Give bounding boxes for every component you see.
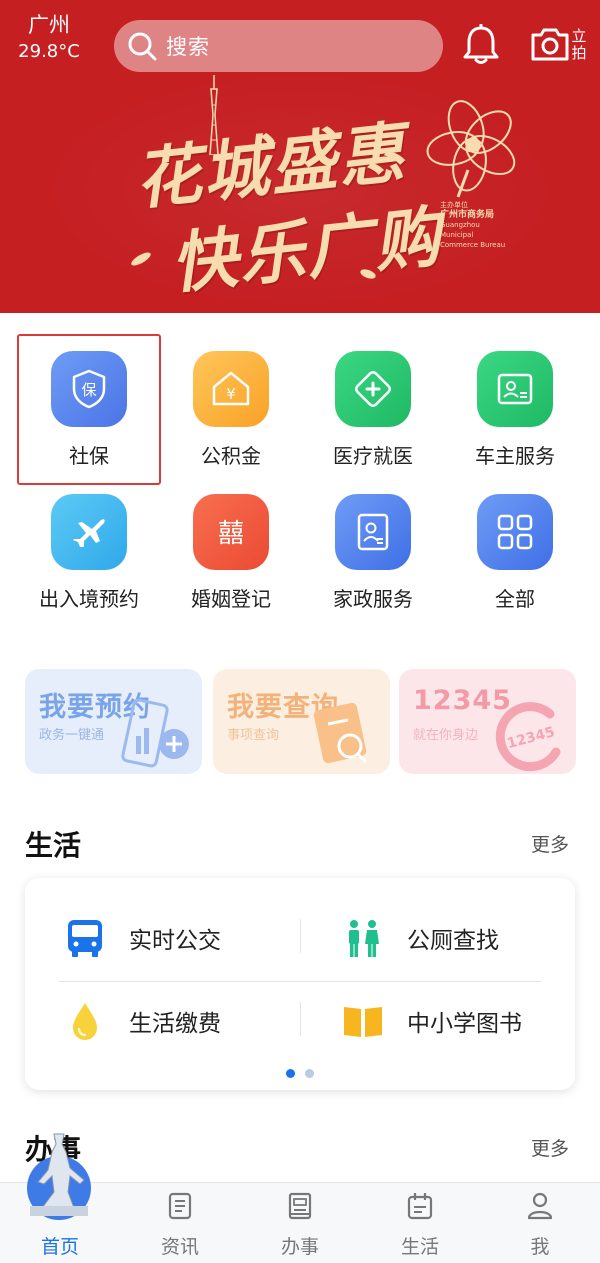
hotline-logo-icon: 12345 — [495, 702, 561, 772]
all-grid-icon — [477, 494, 553, 570]
svg-text:囍: 囍 — [218, 519, 244, 549]
service-label: 社保 — [69, 444, 109, 468]
user-icon — [527, 1192, 553, 1220]
life-item-label: 公厕查找 — [407, 928, 499, 954]
service-medical[interactable]: 医疗就医 — [302, 335, 444, 475]
life-item-bus[interactable]: 实时公交 — [63, 908, 221, 968]
snap-label-top: 立 — [571, 27, 587, 45]
search-icon — [128, 32, 157, 61]
social-insurance-shield-icon: 保 — [51, 351, 127, 427]
life-item-restroom[interactable]: 公厕查找 — [341, 908, 499, 968]
service-label: 全部 — [495, 587, 535, 611]
host-caption: 主办单位 — [440, 201, 468, 209]
svg-text:12345: 12345 — [505, 724, 556, 752]
life-item-books[interactable]: 中小学图书 — [341, 991, 522, 1051]
promo-banner[interactable]: 广州 29.8°C 搜索 立 拍 花城盛惠 快乐广购 主办单位 广州市商务局 G… — [0, 0, 600, 313]
promo-artwork: 花城盛惠 快乐广购 主办单位 广州市商务局 Guangzhou Municipa… — [129, 75, 516, 303]
service-housing-fund[interactable]: ¥ 公积金 — [160, 335, 302, 475]
tab-label: 我 — [530, 1236, 550, 1258]
phone-chart-icon — [121, 698, 189, 768]
double-happiness-icon: 囍 — [193, 494, 269, 570]
life-item-label: 实时公交 — [129, 928, 221, 954]
service-label: 婚姻登记 — [191, 587, 271, 611]
petal-decoration — [129, 250, 153, 268]
temperature: 29.8°C — [18, 41, 80, 62]
service-label: 出入境预约 — [39, 587, 139, 611]
airplane-icon — [51, 494, 127, 570]
tab-affairs[interactable]: 办事 — [240, 1183, 360, 1263]
snap-label-bottom: 拍 — [571, 44, 587, 62]
search-placeholder: 搜索 — [166, 35, 210, 59]
card-inquiry[interactable]: 我要查询 事项查询 — [213, 669, 390, 774]
search-input[interactable]: 搜索 — [114, 20, 443, 72]
tab-label: 首页 — [40, 1236, 79, 1258]
svg-text:¥: ¥ — [226, 385, 236, 403]
service-driver[interactable]: 车主服务 — [444, 335, 586, 475]
life-item-label: 生活缴费 — [129, 1011, 221, 1037]
tab-label: 办事 — [280, 1236, 319, 1258]
card-hotline[interactable]: 12345 就在你身边 12345 — [399, 669, 576, 774]
service-label: 车主服务 — [475, 444, 555, 468]
kapok-flower-icon — [426, 100, 516, 198]
life-item-utility[interactable]: 生活缴费 — [63, 991, 221, 1051]
card-subtitle: 就在你身边 — [413, 728, 479, 743]
page-indicator — [305, 1069, 314, 1078]
divider — [300, 1002, 301, 1036]
restroom-icon — [349, 920, 379, 957]
host-english: Guangzhou Municipal Commerce Bureau — [440, 221, 506, 249]
calendar-icon — [407, 1193, 433, 1220]
housing-fund-house-icon: ¥ — [193, 351, 269, 427]
location-weather[interactable]: 广州 29.8°C — [14, 10, 84, 64]
medical-cross-icon — [335, 351, 411, 427]
life-more-link[interactable]: 更多 — [531, 830, 569, 857]
life-section-title: 生活 — [25, 829, 82, 862]
service-label: 医疗就医 — [333, 444, 413, 468]
snap-label[interactable]: 立 拍 — [570, 28, 588, 62]
tab-me[interactable]: 我 — [480, 1183, 600, 1263]
city-name: 广州 — [28, 13, 70, 37]
tab-label: 生活 — [400, 1236, 439, 1258]
driver-license-icon — [477, 351, 553, 427]
card-appointment[interactable]: 我要预约 政务一键通 — [25, 669, 202, 774]
camera-icon[interactable] — [530, 26, 570, 62]
tab-life[interactable]: 生活 — [360, 1183, 480, 1263]
tab-news[interactable]: 资讯 — [120, 1183, 240, 1263]
divider — [300, 919, 301, 953]
life-services-card: 实时公交 公厕查找 生活缴费 中小学图书 — [25, 878, 575, 1090]
card-subtitle: 政务一键通 — [39, 728, 105, 743]
affairs-icon — [288, 1192, 312, 1220]
service-immigration[interactable]: 出入境预约 — [18, 478, 160, 618]
affairs-more-link[interactable]: 更多 — [531, 1134, 569, 1161]
bus-icon — [68, 920, 102, 957]
book-icon — [344, 1007, 382, 1037]
search-document-icon — [313, 702, 368, 764]
service-label: 家政服务 — [333, 587, 413, 611]
service-housekeeping[interactable]: 家政服务 — [302, 478, 444, 618]
home-statue-icon[interactable] — [24, 1130, 94, 1222]
id-card-icon — [335, 494, 411, 570]
water-drop-icon — [73, 1003, 97, 1040]
svg-text:保: 保 — [81, 381, 96, 399]
tab-label: 资讯 — [160, 1236, 199, 1258]
life-item-label: 中小学图书 — [407, 1011, 522, 1037]
divider — [59, 981, 541, 982]
service-marriage[interactable]: 囍 婚姻登记 — [160, 478, 302, 618]
news-icon — [168, 1192, 192, 1220]
service-social-insurance[interactable]: 保 社保 — [18, 335, 160, 475]
card-subtitle: 事项查询 — [227, 728, 280, 743]
page-indicator-active — [286, 1069, 295, 1078]
host-name: 广州市商务局 — [440, 210, 495, 220]
banner-host: 主办单位 广州市商务局 Guangzhou Municipal Commerce… — [440, 200, 510, 250]
service-all[interactable]: 全部 — [444, 478, 586, 618]
bell-icon[interactable] — [462, 24, 500, 66]
service-label: 公积金 — [201, 444, 261, 468]
